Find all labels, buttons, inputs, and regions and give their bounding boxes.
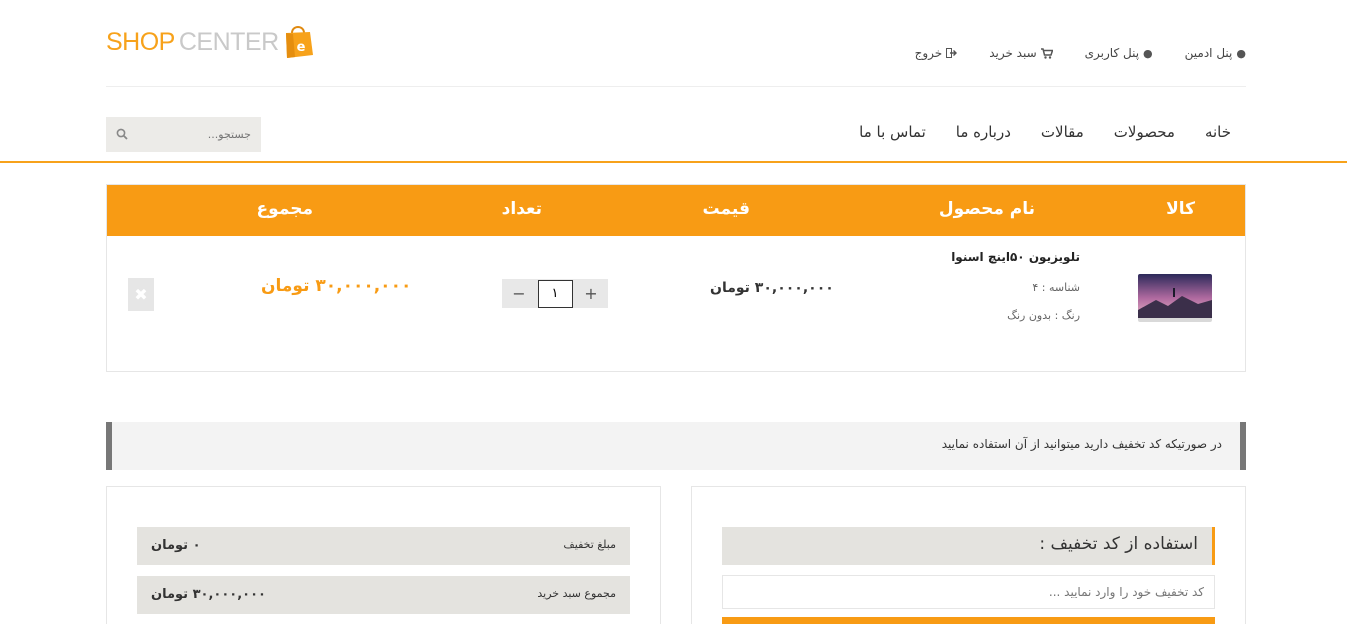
coupon-title: استفاده از کد تخفیف : (722, 527, 1215, 565)
coupon-notice-text: در صورتیکه کد تخفیف دارید میتوانید از آن… (941, 437, 1222, 451)
user-icon: ● (1143, 46, 1153, 60)
menu-item-articles[interactable]: مقالات (1041, 123, 1084, 141)
header-name: نام محصول (938, 199, 1035, 219)
logo[interactable]: SHOP CENTER e (106, 24, 313, 60)
coupon-code-input[interactable] (722, 575, 1215, 609)
user-panel-label: پنل کاربری (1084, 46, 1140, 60)
logout-label: خروج (914, 46, 943, 60)
cart-table-header: کالا نام محصول قیمت تعداد مجموع (107, 185, 1245, 236)
coupon-box: استفاده از کد تخفیف : (691, 486, 1246, 624)
user-panel-link[interactable]: ● پنل کاربری (1085, 46, 1153, 60)
remove-item-button[interactable]: ✖ (128, 278, 154, 311)
header-qty: تعداد (501, 199, 542, 219)
discount-row: مبلغ تخفیف ۰ تومان (137, 527, 630, 565)
nav-divider (0, 161, 1347, 163)
search-icon[interactable] (116, 128, 128, 140)
apply-coupon-button[interactable] (722, 617, 1215, 624)
logout-link[interactable]: خروج (915, 46, 958, 60)
close-icon: ✖ (134, 285, 148, 304)
table-row: تلویزیون ۵۰اینچ اسنوا شناسه : ۴ رنگ : بد… (107, 236, 1245, 372)
cart-summary-box: مبلغ تخفیف ۰ تومان مجموع سبد خرید ۳۰,۰۰۰… (106, 486, 661, 624)
discount-value: ۰ تومان (151, 538, 201, 553)
search-input[interactable] (141, 117, 261, 152)
admin-panel-link[interactable]: ● پنل ادمین (1185, 46, 1246, 60)
product-name[interactable]: تلویزیون ۵۰اینچ اسنوا (951, 250, 1080, 264)
logo-shop-text: SHOP (106, 27, 175, 56)
cart-link-label: سبد خرید (989, 46, 1037, 60)
cart-icon (1040, 47, 1053, 59)
main-nav: خانه محصولات مقالات درباره ما تماس با ما (106, 87, 1246, 162)
logo-badge-letter: e (296, 40, 305, 55)
user-links: ● پنل ادمین ● پنل کاربری سبد خرید خروج (915, 46, 1246, 60)
discount-label: مبلغ تخفیف (563, 538, 616, 551)
top-bar: SHOP CENTER e ● پنل ادمین ● پنل کاربری س… (106, 0, 1246, 87)
increase-qty-button[interactable]: + (584, 284, 598, 303)
cart-table: کالا نام محصول قیمت تعداد مجموع تلویزیون… (106, 184, 1246, 372)
product-price: ۳۰,۰۰۰,۰۰۰ تومان (710, 280, 834, 296)
decrease-qty-button[interactable]: − (512, 284, 526, 303)
product-color: رنگ : بدون رنگ (1007, 309, 1080, 322)
subtotal-row: مجموع سبد خرید ۳۰,۰۰۰,۰۰۰ تومان (137, 576, 630, 614)
product-id: شناسه : ۴ (1032, 281, 1080, 294)
coupon-notice: در صورتیکه کد تخفیف دارید میتوانید از آن… (106, 422, 1246, 470)
admin-panel-label: پنل ادمین (1184, 46, 1233, 60)
header-item: کالا (1166, 199, 1195, 219)
product-thumbnail[interactable] (1138, 274, 1212, 322)
subtotal-value: ۳۰,۰۰۰,۰۰۰ تومان (151, 587, 266, 602)
menu-item-contact[interactable]: تماس با ما (859, 123, 926, 141)
row-total: ۳۰,۰۰۰,۰۰۰ تومان (261, 276, 412, 296)
quantity-input[interactable] (537, 279, 573, 308)
cart-link[interactable]: سبد خرید (989, 46, 1053, 60)
sign-out-icon (946, 48, 958, 58)
search-box (106, 117, 261, 152)
header-price: قیمت (702, 199, 750, 219)
menu-item-about[interactable]: درباره ما (956, 123, 1011, 141)
menu-item-products[interactable]: محصولات (1114, 123, 1175, 141)
main-menu: خانه محصولات مقالات درباره ما تماس با ما (859, 123, 1231, 141)
subtotal-label: مجموع سبد خرید (537, 587, 616, 600)
quantity-stepper: − + (502, 279, 608, 308)
user-icon: ● (1236, 46, 1246, 60)
header-total: مجموع (256, 199, 313, 219)
menu-item-home[interactable]: خانه (1205, 123, 1231, 141)
logo-center-text: CENTER (178, 27, 279, 56)
shopping-bag-icon: e (285, 26, 313, 58)
